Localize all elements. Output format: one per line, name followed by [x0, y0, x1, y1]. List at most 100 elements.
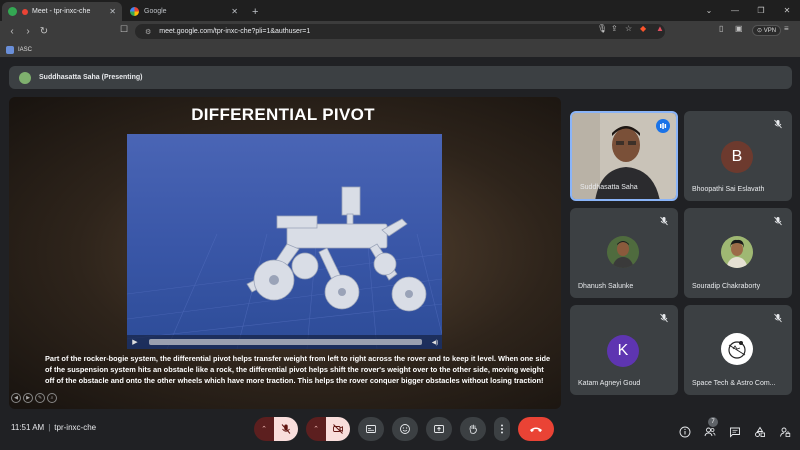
presenter-label: Suddhasatta Saha (Presenting): [39, 74, 143, 81]
people-count-badge: 7: [708, 417, 718, 427]
participant-name: Space Tech & Astro Com...: [692, 380, 776, 387]
forward-icon[interactable]: ›: [20, 26, 36, 37]
slide-navigation: ◀ ▶ ✎ ⌕: [9, 393, 57, 403]
captions-icon: [366, 425, 376, 433]
bookmark-page-icon[interactable]: ☐: [120, 24, 128, 35]
vpn-button[interactable]: ⊙ VPN: [752, 25, 782, 36]
present-screen-icon: [434, 425, 444, 433]
tab-search-icon[interactable]: ⌄: [696, 6, 722, 15]
info-icon: [679, 426, 690, 438]
tab-google[interactable]: Google ✕: [124, 2, 244, 21]
close-tab-icon[interactable]: ✕: [231, 7, 238, 16]
recording-dot-icon: [22, 8, 28, 15]
google-favicon-icon: [130, 7, 139, 16]
chat-button[interactable]: [722, 425, 747, 439]
sidebar-icon[interactable]: ▯: [719, 24, 723, 33]
participant-tile[interactable]: Space Tech & Astro Com...: [684, 305, 792, 395]
bookmark-iasc[interactable]: IASC: [18, 47, 32, 53]
mic-off-icon: [660, 313, 668, 323]
address-bar-row: ‹ › ↻ ☐ ⚙ meet.google.com/tpr-inxc-che?p…: [0, 21, 800, 42]
call-controls: ⌃ ⌃: [254, 417, 562, 441]
brave-shield-icon[interactable]: ◆: [640, 24, 646, 33]
side-controls: 7: [672, 417, 797, 439]
mic-off-icon: [774, 313, 782, 323]
chat-icon: [729, 427, 740, 438]
leave-call-button[interactable]: [518, 417, 554, 441]
participant-name: Bhoopathi Sai Eslavath: [692, 186, 765, 193]
tab-meet[interactable]: Meet - tpr-inxc-che ✕: [2, 2, 122, 21]
people-button[interactable]: 7: [697, 417, 722, 439]
browser-tab-bar: Meet - tpr-inxc-che ✕ Google ✕ + ⌄ — ❐ ✕: [0, 0, 800, 21]
mic-off-icon: [660, 216, 668, 226]
share-icon[interactable]: ⇪: [611, 24, 618, 33]
participant-tile[interactable]: Suddhasatta Saha: [570, 111, 678, 201]
reactions-button[interactable]: [392, 417, 418, 441]
people-icon: [704, 427, 715, 437]
slide-caption: Part of the rocker-bogie system, the dif…: [45, 354, 551, 386]
host-controls-button[interactable]: [772, 425, 797, 439]
volume-icon[interactable]: ◀): [428, 339, 442, 346]
participant-name: Katam Agneyi Goud: [578, 380, 641, 387]
meeting-code: tpr-inxc-che: [54, 423, 97, 432]
participant-name: Dhanush Salunke: [578, 283, 634, 290]
url-field[interactable]: ⚙ meet.google.com/tpr-inxc-che?pli=1&aut…: [135, 24, 665, 39]
participant-tile[interactable]: K Katam Agneyi Goud: [570, 305, 678, 395]
site-info-icon[interactable]: ⚙: [145, 28, 151, 36]
more-vert-icon: [501, 424, 503, 434]
mic-control: ⌃: [254, 417, 298, 441]
meeting-details-button[interactable]: [672, 425, 697, 439]
video-options-icon[interactable]: ⌃: [306, 417, 326, 441]
url-text: meet.google.com/tpr-inxc-che?pli=1&authu…: [159, 28, 311, 35]
video-seek-bar[interactable]: [149, 339, 422, 345]
presenter-avatar: [19, 71, 31, 84]
slide-title: DIFFERENTIAL PIVOT: [191, 105, 375, 124]
emoji-icon: [400, 424, 410, 434]
slide-video[interactable]: ▶ ◀): [127, 134, 442, 349]
participant-tile[interactable]: B Bhoopathi Sai Eslavath: [684, 111, 792, 201]
prev-slide-icon[interactable]: ◀: [11, 393, 21, 403]
menu-icon[interactable]: ≡: [784, 24, 789, 33]
reload-icon[interactable]: ↻: [36, 26, 52, 37]
mic-icon[interactable]: 🎙: [597, 24, 607, 33]
camera-off-icon: [333, 424, 343, 434]
speaking-indicator-icon: [656, 119, 670, 133]
star-icon[interactable]: ☆: [625, 24, 632, 33]
mic-off-button[interactable]: [274, 417, 298, 441]
mic-off-icon: [774, 119, 782, 129]
minimize-icon[interactable]: —: [722, 6, 748, 15]
window-controls: ⌄ — ❐ ✕: [696, 0, 800, 21]
meeting-info: 11:51 AM | tpr-inxc-che: [11, 423, 97, 432]
play-slide-icon[interactable]: ▶: [23, 393, 33, 403]
back-icon[interactable]: ‹: [4, 26, 20, 37]
zoom-slide-icon[interactable]: ⌕: [47, 393, 57, 403]
raise-hand-button[interactable]: [460, 417, 486, 441]
window-close-icon[interactable]: ✕: [774, 6, 800, 15]
activities-button[interactable]: [747, 425, 772, 439]
play-icon[interactable]: ▶: [127, 338, 143, 346]
edit-slide-icon[interactable]: ✎: [35, 393, 45, 403]
captions-button[interactable]: [358, 417, 384, 441]
present-button[interactable]: [426, 417, 452, 441]
audio-options-icon[interactable]: ⌃: [254, 417, 274, 441]
new-tab-button[interactable]: +: [244, 2, 266, 21]
tab-title: Meet - tpr-inxc-che: [32, 8, 91, 15]
lock-person-icon: [779, 427, 790, 437]
brave-rewards-icon[interactable]: ▲: [656, 24, 664, 33]
meet-window: Suddhasatta Saha (Presenting) DIFFERENTI…: [0, 57, 800, 450]
participant-tile[interactable]: Souradip Chakraborty: [684, 208, 792, 298]
wallet-icon[interactable]: ▣: [735, 24, 743, 33]
participant-tile[interactable]: Dhanush Salunke: [570, 208, 678, 298]
more-options-button[interactable]: [494, 417, 510, 441]
bookmark-favicon-icon: [6, 45, 14, 54]
video-controls: ▶ ◀): [127, 335, 442, 349]
end-call-icon: [530, 427, 542, 432]
close-tab-icon[interactable]: ✕: [109, 7, 116, 16]
meeting-controls-bar: 11:51 AM | tpr-inxc-che ⌃ ⌃ 7: [0, 412, 800, 450]
meet-favicon-icon: [8, 7, 17, 16]
mic-off-icon: [774, 216, 782, 226]
maximize-icon[interactable]: ❐: [748, 6, 774, 15]
camera-off-button[interactable]: [326, 417, 350, 441]
avatar: [721, 236, 753, 268]
tab-title: Google: [144, 8, 167, 15]
hand-icon: [469, 424, 477, 434]
